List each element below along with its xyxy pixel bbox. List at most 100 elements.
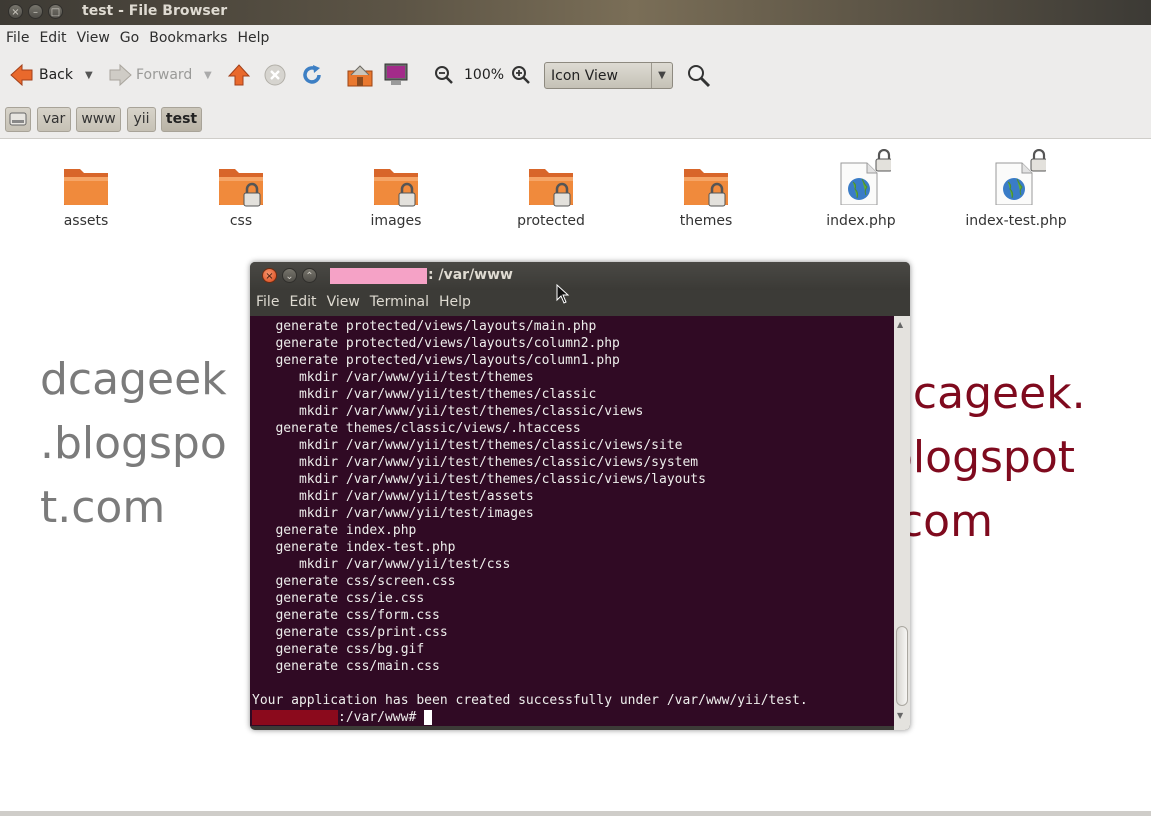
menu-edit[interactable]: Edit xyxy=(34,30,71,46)
terminal-prompt[interactable]: :/var/www# xyxy=(252,709,433,726)
maximize-window-button[interactable]: □ xyxy=(48,4,63,19)
file-name: images xyxy=(370,213,422,229)
zoom-out-button[interactable] xyxy=(434,65,454,85)
path-bar: var www yii test xyxy=(0,100,1151,139)
terminal-maximize-button[interactable]: ⌃ xyxy=(302,268,317,283)
search-button[interactable] xyxy=(687,64,711,88)
computer-icon xyxy=(384,63,408,85)
stop-button[interactable] xyxy=(264,64,286,86)
watermark-line: .com xyxy=(885,496,993,547)
scrollbar-thumb[interactable] xyxy=(896,626,908,706)
view-mode-value: Icon View xyxy=(551,68,618,84)
breadcrumb-var[interactable]: var xyxy=(37,107,71,132)
menu-file[interactable]: File xyxy=(1,30,34,46)
zoom-out-icon xyxy=(435,66,453,84)
file-browser-menubar: File Edit View Go Bookmarks Help xyxy=(0,25,1151,51)
menu-go[interactable]: Go xyxy=(115,30,144,46)
file-name: protected xyxy=(517,213,585,229)
file-item-images[interactable]: images xyxy=(326,143,466,238)
file-browser-toolbar: Back ▼ Forward ▼ 100% Icon View ▼ xyxy=(0,51,1151,100)
file-name: assets xyxy=(63,213,109,229)
file-item-index-php[interactable]: index.php xyxy=(791,143,931,238)
menu-view[interactable]: View xyxy=(72,30,115,46)
terminal-window[interactable]: × ⌄ ⌃ : /var/www File Edit View Terminal… xyxy=(250,262,910,730)
file-item-protected[interactable]: protected xyxy=(481,143,621,238)
window-title: test - File Browser xyxy=(82,3,228,19)
back-history-dropdown[interactable]: ▼ xyxy=(85,70,93,81)
back-button[interactable]: Back xyxy=(10,64,73,86)
close-window-button[interactable]: × xyxy=(8,4,23,19)
scroll-down-icon[interactable]: ▼ xyxy=(897,711,903,720)
file-browser-bottom-border xyxy=(0,811,1151,816)
file-name: themes xyxy=(679,213,733,229)
zoom-level[interactable]: 100% xyxy=(464,67,504,83)
home-folder-icon xyxy=(347,65,373,87)
breadcrumb-www[interactable]: www xyxy=(76,107,121,132)
file-name: index.php xyxy=(826,213,896,229)
breadcrumb-test[interactable]: test xyxy=(161,107,202,132)
file-item-themes[interactable]: themes xyxy=(636,143,776,238)
watermark-right: dcageek. blogspot .com xyxy=(885,362,1086,554)
folder-icon xyxy=(64,169,108,205)
terminal-menu-terminal[interactable]: Terminal xyxy=(365,294,434,310)
folder-locked-icon xyxy=(374,169,418,207)
file-browser-titlebar: × – □ test - File Browser xyxy=(0,0,1151,25)
menu-bookmarks[interactable]: Bookmarks xyxy=(144,30,232,46)
text-cursor xyxy=(424,710,433,725)
terminal-close-button[interactable]: × xyxy=(262,268,277,283)
watermark-line: dcageek. xyxy=(885,368,1086,419)
scroll-up-icon[interactable]: ▲ xyxy=(897,320,903,329)
watermark-line: t.com xyxy=(40,482,166,533)
drive-icon xyxy=(9,112,27,126)
forward-label: Forward xyxy=(136,67,193,83)
back-arrow-icon xyxy=(10,64,33,86)
stop-icon xyxy=(264,64,286,86)
prompt-path: :/var/www# xyxy=(338,710,417,725)
php-file-locked-icon xyxy=(840,149,891,205)
forward-button[interactable]: Forward xyxy=(108,64,192,86)
reload-button[interactable] xyxy=(301,64,323,86)
back-label: Back xyxy=(39,67,73,83)
redacted-username xyxy=(330,268,427,284)
terminal-menubar: File Edit View Terminal Help xyxy=(250,290,910,316)
breadcrumb-yii[interactable]: yii xyxy=(127,107,156,132)
forward-history-dropdown[interactable]: ▼ xyxy=(204,70,212,81)
computer-button[interactable] xyxy=(384,63,408,87)
zoom-in-icon xyxy=(512,66,530,84)
up-button[interactable] xyxy=(228,64,250,86)
mouse-pointer-icon xyxy=(556,284,570,304)
watermark-left: dcageek .blogspo t.com xyxy=(40,348,227,540)
file-name: css xyxy=(229,213,253,229)
reload-icon xyxy=(303,65,321,84)
watermark-line: .blogspo xyxy=(40,418,227,469)
terminal-menu-help[interactable]: Help xyxy=(434,294,476,310)
menu-help[interactable]: Help xyxy=(232,30,274,46)
terminal-menu-edit[interactable]: Edit xyxy=(284,294,321,310)
zoom-in-button[interactable] xyxy=(511,65,531,85)
file-item-assets[interactable]: assets xyxy=(16,143,156,238)
terminal-output: generate protected/views/layouts/main.ph… xyxy=(252,319,808,708)
redacted-prompt-user xyxy=(252,710,338,725)
file-name: index-test.php xyxy=(965,213,1067,229)
terminal-menu-file[interactable]: File xyxy=(251,294,284,310)
folder-locked-icon xyxy=(219,169,263,207)
chevron-down-icon: ▼ xyxy=(651,63,672,88)
terminal-titlebar[interactable]: × ⌄ ⌃ : /var/www xyxy=(250,262,910,290)
watermark-line: dcageek xyxy=(40,354,227,405)
path-bar-drive-button[interactable] xyxy=(5,107,31,132)
terminal-scrollbar[interactable]: ▲ ▼ xyxy=(894,316,910,730)
file-item-index-test-php[interactable]: index-test.php xyxy=(946,143,1086,238)
home-button[interactable] xyxy=(347,63,373,87)
folder-locked-icon xyxy=(529,169,573,207)
php-file-locked-icon xyxy=(995,149,1046,205)
minimize-window-button[interactable]: – xyxy=(28,4,43,19)
up-arrow-icon xyxy=(228,64,250,86)
folder-locked-icon xyxy=(684,169,728,207)
terminal-title: : /var/www xyxy=(428,267,513,283)
terminal-menu-view[interactable]: View xyxy=(322,294,365,310)
terminal-body[interactable]: generate protected/views/layouts/main.ph… xyxy=(250,316,894,726)
view-mode-select[interactable]: Icon View ▼ xyxy=(544,62,673,89)
terminal-minimize-button[interactable]: ⌄ xyxy=(282,268,297,283)
search-icon xyxy=(688,65,711,88)
file-item-css[interactable]: css xyxy=(171,143,311,238)
